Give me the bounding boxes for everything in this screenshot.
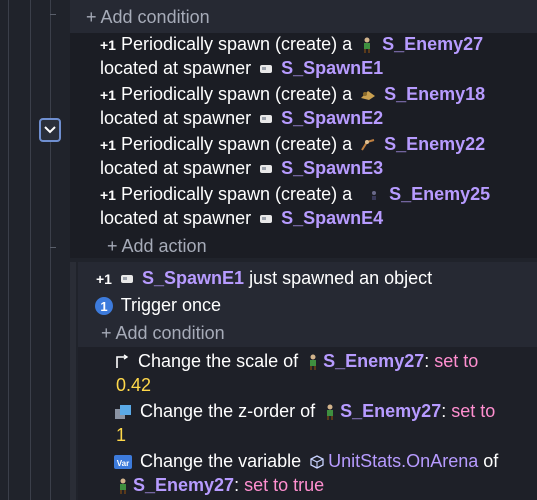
z-order-icon — [115, 405, 131, 420]
svg-text:1: 1 — [100, 299, 107, 314]
action-text: Change the variable — [140, 451, 302, 471]
action-text: Periodically spawn (create) a — [120, 34, 353, 54]
action-row[interactable]: +1 Periodically spawn (create) a S_Enemy… — [100, 32, 483, 57]
plus-one-icon: +1 — [100, 137, 116, 153]
plus-one-icon: +1 — [96, 271, 112, 287]
enemy-sprite-icon — [361, 91, 376, 101]
colon: : — [424, 351, 430, 371]
gutter-tick — [50, 247, 56, 248]
action-text: Periodically spawn (create) a — [120, 184, 353, 204]
action-row[interactable]: +1 Periodically spawn (create) a S_Enemy… — [100, 132, 485, 157]
action-row[interactable]: +1 Periodically spawn (create) a S_Enemy… — [100, 82, 485, 107]
trigger-object-name[interactable]: S_SpawnE1 — [142, 268, 244, 288]
value-text[interactable]: 0.42 — [116, 373, 151, 397]
spawner-object-icon — [260, 165, 273, 174]
spawner-object-icon — [120, 275, 133, 284]
add-condition-button[interactable]: + Add condition — [101, 321, 225, 345]
gutter-line — [50, 0, 51, 500]
plus-one-icon: +1 — [100, 187, 116, 203]
add-condition-button[interactable]: + Add condition — [86, 5, 210, 29]
condition-row[interactable]: +1 S_SpawnE1 just spawned an object — [96, 266, 432, 291]
located-text: located at spawner — [100, 58, 252, 78]
condition-text: just spawned an object — [249, 268, 433, 288]
action-row[interactable]: Change the z-order of S_Enemy27: set to — [114, 399, 495, 423]
object-name[interactable]: S_Enemy27 — [382, 34, 483, 54]
object-name[interactable]: S_Enemy18 — [384, 84, 485, 104]
of-text: of — [483, 451, 499, 471]
colon: : — [441, 401, 447, 421]
object-name[interactable]: S_Enemy27 — [323, 351, 424, 371]
spawner-name[interactable]: S_SpawnE2 — [281, 108, 383, 128]
object-name[interactable]: S_Enemy27 — [133, 475, 234, 495]
spawner-object-icon — [260, 215, 273, 224]
located-text: located at spawner — [100, 208, 252, 228]
spawner-name[interactable]: S_SpawnE1 — [281, 58, 383, 78]
object-name[interactable]: S_Enemy25 — [389, 184, 490, 204]
add-action-button[interactable]: + Add action — [107, 234, 207, 258]
action-text: Periodically spawn (create) a — [120, 84, 353, 104]
enemy-sprite-icon — [120, 478, 126, 495]
enemy-sprite-icon — [372, 191, 377, 201]
gutter-line — [30, 0, 31, 500]
action-text: Periodically spawn (create) a — [120, 134, 353, 154]
action-text: Change the z-order of — [140, 401, 316, 421]
spawner-name[interactable]: S_SpawnE3 — [281, 158, 383, 178]
trigger-once-label: Trigger once — [120, 295, 222, 315]
action-text: Change the scale of — [138, 351, 299, 371]
action-row[interactable]: +1 Periodically spawn (create) a S_Enemy… — [100, 182, 490, 207]
action-row-continuation: located at spawner S_SpawnE1 — [100, 56, 383, 80]
svg-text:Var: Var — [117, 459, 129, 468]
operator: set to — [434, 351, 479, 371]
located-text: located at spawner — [100, 108, 252, 128]
object-name[interactable]: S_Enemy27 — [340, 401, 441, 421]
plus-one-icon: +1 — [100, 87, 116, 103]
plus-one-icon: +1 — [100, 37, 116, 53]
operator: set to — [451, 401, 496, 421]
trigger-once-icon: 1 — [95, 297, 113, 316]
enemy-sprite-icon — [327, 404, 334, 421]
enemy-sprite-icon — [361, 139, 375, 151]
value-text[interactable]: 1 — [116, 423, 126, 447]
operator[interactable]: set to true — [244, 475, 324, 495]
chevron-down-icon — [44, 126, 56, 134]
scale-icon — [116, 354, 129, 369]
variable-structure-icon — [310, 455, 324, 469]
spawner-object-icon — [260, 115, 273, 124]
variable-name[interactable]: UnitStats.OnArena — [328, 451, 478, 471]
spawner-name[interactable]: S_SpawnE4 — [281, 208, 383, 228]
colon: : — [234, 475, 240, 495]
action-row-continuation: located at spawner S_SpawnE2 — [100, 106, 383, 130]
action-row[interactable]: Change the scale of S_Enemy27: set to — [114, 349, 478, 373]
located-text: located at spawner — [100, 158, 252, 178]
sub-event-indent — [70, 262, 76, 500]
enemy-sprite-icon — [310, 354, 317, 371]
action-row-continuation: located at spawner S_SpawnE4 — [100, 206, 383, 230]
spawner-object-icon — [260, 65, 273, 74]
condition-row[interactable]: 1 Trigger once — [94, 293, 221, 317]
gutter-tick — [50, 14, 56, 15]
enemy-sprite-icon — [364, 37, 371, 54]
event-gutter — [0, 0, 62, 500]
action-row-continuation: S_Enemy27: set to true — [114, 473, 324, 497]
collapse-button[interactable] — [39, 118, 61, 142]
object-name[interactable]: S_Enemy22 — [384, 134, 485, 154]
variable-icon: Var — [114, 455, 132, 470]
action-row-continuation: located at spawner S_SpawnE3 — [100, 156, 383, 180]
gutter-line — [8, 0, 9, 500]
action-row[interactable]: Var Change the variable UnitStats.OnAren… — [114, 449, 498, 473]
